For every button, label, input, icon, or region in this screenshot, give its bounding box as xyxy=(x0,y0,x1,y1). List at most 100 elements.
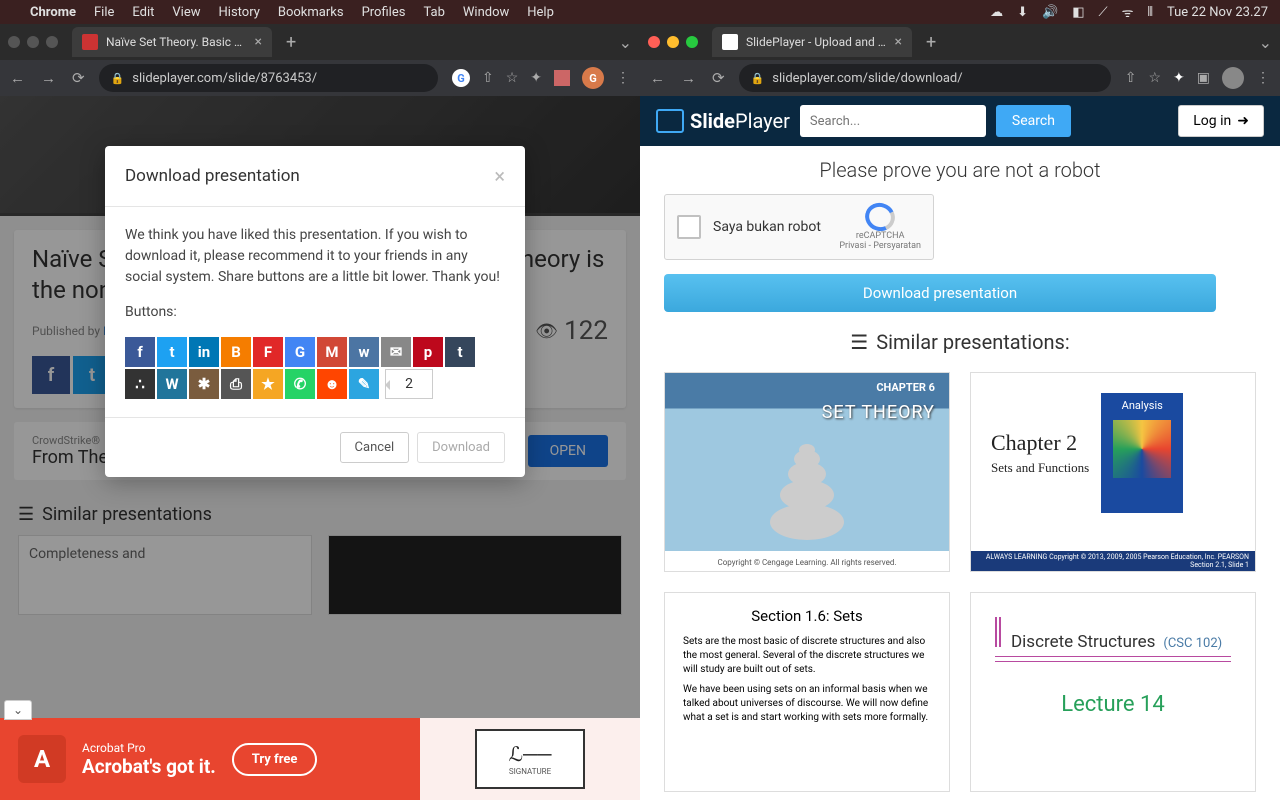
close-icon[interactable]: × xyxy=(494,164,505,188)
titlebar-right: SlidePlayer - Upload and Shar… × + ⌄ xyxy=(640,24,1280,60)
reload-icon[interactable]: ⟳ xyxy=(712,69,725,87)
new-tab-button[interactable]: + xyxy=(286,32,296,53)
wifi-icon[interactable]: ᯤ xyxy=(1122,3,1134,21)
share-gmail[interactable]: M xyxy=(317,337,347,367)
favicon-icon xyxy=(82,34,98,50)
extensions-icon[interactable]: ✦ xyxy=(1173,70,1185,86)
similar-thumb-2[interactable]: Chapter 2 Sets and Functions Analysis AL… xyxy=(970,372,1256,572)
banner-collapse-icon[interactable]: ⌄ xyxy=(4,700,32,720)
back-icon[interactable]: ← xyxy=(10,69,25,87)
profile-avatar[interactable]: G xyxy=(582,67,604,89)
share-favorite[interactable]: ★ xyxy=(253,369,283,399)
star-icon[interactable]: ☆ xyxy=(506,70,519,86)
share-twitter[interactable]: t xyxy=(157,337,187,367)
menu-tab[interactable]: Tab xyxy=(423,5,444,20)
adobe-title: Acrobat's got it. xyxy=(82,755,216,778)
menu-view[interactable]: View xyxy=(172,5,200,20)
close-icon[interactable]: × xyxy=(255,34,262,50)
profile-avatar[interactable] xyxy=(1222,67,1244,89)
share-print[interactable]: ⎙ xyxy=(221,369,251,399)
share-tumblr[interactable]: t xyxy=(445,337,475,367)
menu-bookmarks[interactable]: Bookmarks xyxy=(278,5,344,20)
menubar-status: ☁ ⬇ 🔊 ◧ ⟋ ᯤ ⫴ Tue 22 Nov 23.27 xyxy=(990,3,1268,21)
share-reddit[interactable]: ☻ xyxy=(317,369,347,399)
google-icon[interactable]: G xyxy=(452,69,470,87)
download-button[interactable]: Download xyxy=(417,432,505,463)
menu-icon[interactable]: ⋮ xyxy=(616,70,630,86)
adobe-banner[interactable]: ⌄ A Acrobat Pro Acrobat's got it. Try fr… xyxy=(0,718,640,800)
share-blogger[interactable]: B xyxy=(221,337,251,367)
adobe-cta[interactable]: Try free xyxy=(232,743,318,776)
recaptcha-icon xyxy=(865,203,895,231)
favicon-icon xyxy=(722,34,738,50)
download-presentation-button[interactable]: Download presentation xyxy=(664,274,1216,312)
menu-icon[interactable]: ⋮ xyxy=(1256,70,1270,86)
menu-file[interactable]: File xyxy=(94,5,114,20)
buttons-label: Buttons: xyxy=(125,302,505,323)
share-wordpress[interactable]: W xyxy=(157,369,187,399)
traffic-lights[interactable] xyxy=(8,36,58,48)
share-myspace[interactable]: ∴ xyxy=(125,369,155,399)
new-tab-button[interactable]: + xyxy=(926,32,936,53)
close-icon[interactable]: × xyxy=(895,34,902,50)
share-misc1[interactable]: ✱ xyxy=(189,369,219,399)
control-center-icon[interactable]: ⫴ xyxy=(1147,5,1152,20)
menu-edit[interactable]: Edit xyxy=(132,5,154,20)
share-buttons-grid: f t in B F G M w ✉ p t ∴ W ✱ ⎙ ★ ✆ xyxy=(125,337,505,399)
recaptcha-widget: Saya bukan robot reCAPTCHA Privasi - Per… xyxy=(664,194,934,260)
forward-icon[interactable]: → xyxy=(41,69,56,87)
reload-icon[interactable]: ⟳ xyxy=(72,69,85,87)
menu-profiles[interactable]: Profiles xyxy=(362,5,406,20)
share-vk[interactable]: w xyxy=(349,337,379,367)
star-icon[interactable]: ☆ xyxy=(1148,70,1161,86)
tabs-dropdown-icon[interactable]: ⌄ xyxy=(619,33,632,52)
modal-text: We think you have liked this presentatio… xyxy=(125,225,505,288)
share-icon[interactable]: ⇧ xyxy=(1125,70,1137,86)
cloud-icon[interactable]: ☁ xyxy=(990,5,1003,20)
book-cover: Analysis xyxy=(1101,393,1183,513)
tabs-dropdown-icon[interactable]: ⌄ xyxy=(1259,33,1272,52)
traffic-lights[interactable] xyxy=(648,36,698,48)
battery-icon[interactable]: ◧ xyxy=(1072,5,1084,20)
toggle-icon[interactable]: ⟋ xyxy=(1099,5,1108,20)
url-field[interactable]: 🔒 slideplayer.com/slide/8763453/ xyxy=(99,64,438,92)
panel-icon[interactable]: ▣ xyxy=(1197,70,1210,86)
menu-history[interactable]: History xyxy=(219,5,260,20)
share-whatsapp[interactable]: ✆ xyxy=(285,369,315,399)
volume-icon[interactable]: 🔊 xyxy=(1042,5,1058,20)
share-facebook[interactable]: f xyxy=(125,337,155,367)
similar-thumb-4[interactable]: Discrete Structures (CSC 102) Lecture 14 xyxy=(970,592,1256,792)
menubar-app[interactable]: Chrome xyxy=(30,5,76,20)
lock-icon: 🔒 xyxy=(751,72,765,85)
menu-window[interactable]: Window xyxy=(463,5,509,20)
share-google[interactable]: G xyxy=(285,337,315,367)
signature-box: ℒ── SIGNATURE xyxy=(475,729,585,789)
share-flipboard[interactable]: F xyxy=(253,337,283,367)
slideplayer-logo[interactable]: SlidePlayer xyxy=(656,109,790,133)
macos-menubar: Chrome File Edit View History Bookmarks … xyxy=(0,0,1280,24)
similar-thumb-3[interactable]: Section 1.6: Sets Sets are the most basi… xyxy=(664,592,950,792)
login-button[interactable]: Log in➜ xyxy=(1178,105,1264,137)
square-icon[interactable] xyxy=(554,70,570,86)
recaptcha-checkbox[interactable] xyxy=(677,215,701,239)
search-input[interactable] xyxy=(800,105,986,137)
back-icon[interactable]: ← xyxy=(650,69,665,87)
tab-left[interactable]: Naïve Set Theory. Basic Defini… × xyxy=(72,27,272,57)
logo-icon xyxy=(656,109,684,133)
share-icon[interactable]: ⇧ xyxy=(482,70,494,86)
address-bar-left: ← → ⟳ 🔒 slideplayer.com/slide/8763453/ G… xyxy=(0,60,640,96)
share-email[interactable]: ✉ xyxy=(381,337,411,367)
share-linkedin[interactable]: in xyxy=(189,337,219,367)
similar-thumb-1[interactable]: CHAPTER 6 SET THEORY Copyright © Ce xyxy=(664,372,950,572)
menu-help[interactable]: Help xyxy=(527,5,554,20)
download-icon[interactable]: ⬇ xyxy=(1017,5,1028,20)
url-field[interactable]: 🔒 slideplayer.com/slide/download/ xyxy=(739,64,1111,92)
tab-right[interactable]: SlidePlayer - Upload and Shar… × xyxy=(712,27,912,57)
search-button[interactable]: Search xyxy=(996,105,1071,137)
cancel-button[interactable]: Cancel xyxy=(340,432,410,463)
share-livejournal[interactable]: ✎ xyxy=(349,369,379,399)
forward-icon[interactable]: → xyxy=(681,69,696,87)
extensions-icon[interactable]: ✦ xyxy=(530,70,542,86)
clock[interactable]: Tue 22 Nov 23.27 xyxy=(1167,5,1268,20)
share-pinterest[interactable]: p xyxy=(413,337,443,367)
